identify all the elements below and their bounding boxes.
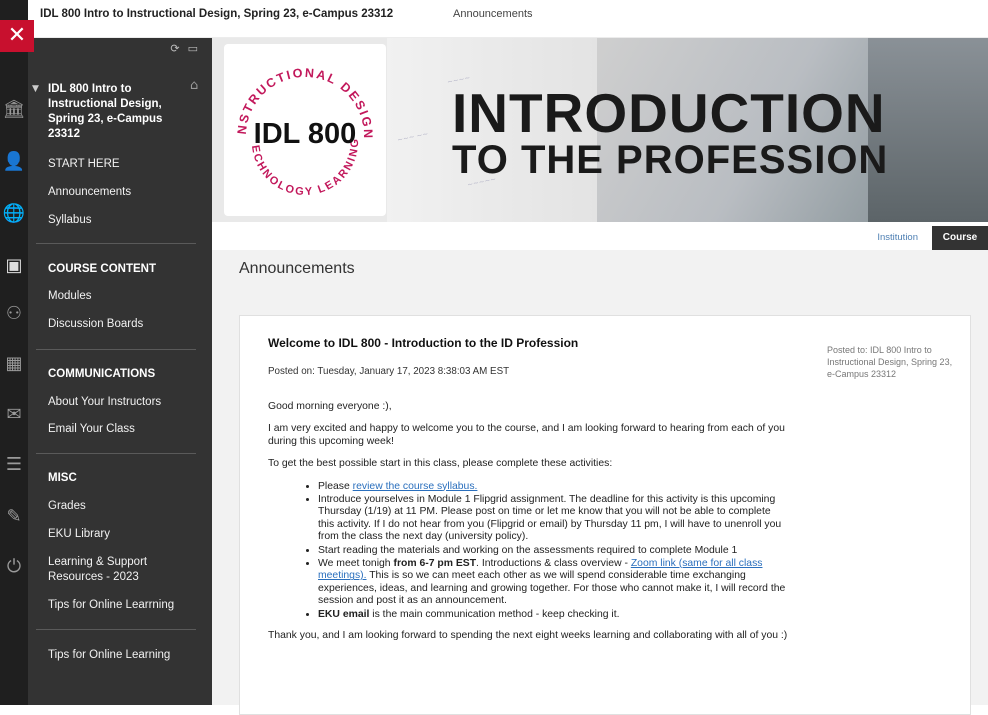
tab-institution[interactable]: Institution <box>877 232 918 243</box>
list-item: We meet tonigh from 6-7 pm EST. Introduc… <box>318 558 788 608</box>
sidebar-item-tips-online-1[interactable]: Tips for Online Learrning <box>48 599 174 611</box>
idl-logo: INSTRUCTIONAL DESIGN TECHNOLOGY LEARNING… <box>224 44 386 216</box>
breadcrumb-page[interactable]: Announcements <box>453 8 533 20</box>
banner-title: INTRODUCTION <box>452 82 886 144</box>
globe-icon[interactable]: 🌐 <box>2 202 26 226</box>
close-icon: ✕ <box>7 23 27 48</box>
sidebar-item-about-instructors[interactable]: About Your Instructors <box>48 396 161 408</box>
list-item: EKU email is the main communication meth… <box>318 609 788 621</box>
announcement-body: Good morning everyone :), I am very exci… <box>268 401 788 653</box>
sidebar-item-start-here[interactable]: START HERE <box>48 158 120 170</box>
closing-paragraph: Thank you, and I am looking forward to s… <box>268 630 788 642</box>
course-menu-title[interactable]: IDL 800 Intro to Instructional Design, S… <box>48 82 178 142</box>
announcement-date: Posted on: Tuesday, January 17, 2023 8:3… <box>268 366 510 377</box>
course-menu-tools: ⟳▭ <box>170 42 206 55</box>
top-breadcrumb-bar: IDL 800 Intro to Instructional Design, S… <box>28 0 988 38</box>
calendar-icon[interactable]: ▦ <box>2 352 26 376</box>
profile-icon[interactable]: 👤 <box>2 150 26 174</box>
list-item: Start reading the materials and working … <box>318 545 788 557</box>
sidebar-item-learning-support[interactable]: Learning & Support Resources - 2023 <box>48 555 188 585</box>
sign-out-icon[interactable]: ⏻ <box>2 555 26 579</box>
sidebar-item-discussion-boards[interactable]: Discussion Boards <box>48 318 143 330</box>
section-course-content: COURSE CONTENT <box>48 263 156 275</box>
greeting: Good morning everyone :), <box>268 401 392 412</box>
folder-icon[interactable]: ▭ <box>188 42 206 55</box>
sidebar-item-modules[interactable]: Modules <box>48 290 91 302</box>
announcement-card: Welcome to IDL 800 - Introduction to the… <box>239 315 971 715</box>
close-menu-button[interactable]: ✕ <box>0 20 34 52</box>
divider <box>36 453 196 454</box>
sidebar-item-eku-library[interactable]: EKU Library <box>48 528 110 540</box>
activity-list: Please review the course syllabus. Intro… <box>318 481 788 621</box>
sidebar-item-tips-online-2[interactable]: Tips for Online Learning <box>48 649 170 661</box>
sidebar-item-announcements[interactable]: Announcements <box>48 186 131 198</box>
main-content: Announcements Welcome to IDL 800 - Intro… <box>212 250 988 715</box>
syllabus-link[interactable]: review the course syllabus. <box>353 481 478 492</box>
paragraph: To get the best possible start in this c… <box>268 458 613 470</box>
page-title: Announcements <box>239 260 355 277</box>
institution-icon[interactable]: 🏛 <box>2 98 26 122</box>
messages-icon[interactable]: ✉ <box>2 403 26 427</box>
list-item: Please review the course syllabus. <box>318 481 788 493</box>
tab-course[interactable]: Course <box>932 226 988 250</box>
view-tabs: Institution Course <box>212 222 988 250</box>
list-item: Introduce yourselves in Module 1 Flipgri… <box>318 494 788 544</box>
collapse-caret-icon[interactable]: ▼ <box>32 84 39 94</box>
tools-icon[interactable]: ✎ <box>2 505 26 529</box>
divider <box>36 629 196 630</box>
global-nav-rail: 🏛 👤 🌐 ▣ ⚇ ▦ ✉ ☰ ✎ ⏻ <box>0 0 28 705</box>
divider <box>36 349 196 350</box>
groups-icon[interactable]: ⚇ <box>2 302 26 326</box>
home-icon[interactable]: ⌂ <box>190 78 198 93</box>
breadcrumb-course[interactable]: IDL 800 Intro to Instructional Design, S… <box>40 8 393 20</box>
refresh-icon[interactable]: ⟳ <box>170 42 187 55</box>
banner-subtitle: TO THE PROFESSION <box>452 138 889 182</box>
grades-icon[interactable]: ☰ <box>2 453 26 477</box>
course-menu: ⟳▭ ▼ IDL 800 Intro to Instructional Desi… <box>28 38 212 705</box>
sidebar-item-email-class[interactable]: Email Your Class <box>48 423 135 435</box>
divider <box>36 243 196 244</box>
section-communications: COMMUNICATIONS <box>48 368 156 380</box>
sidebar-item-syllabus[interactable]: Syllabus <box>48 214 91 226</box>
announcement-posted-to: Posted to: IDL 800 Intro to Instructiona… <box>827 345 953 379</box>
courses-icon[interactable]: ▣ <box>2 254 26 278</box>
section-misc: MISC <box>48 472 77 484</box>
paragraph: I am very excited and happy to welcome y… <box>268 423 785 447</box>
logo-course-code: IDL 800 <box>253 118 357 150</box>
course-banner: ~~~~ ~~~ ~~ ~~~~~ INSTRUCTIONAL DESIGN T… <box>212 38 988 222</box>
sidebar-item-grades[interactable]: Grades <box>48 500 86 512</box>
announcement-title: Welcome to IDL 800 - Introduction to the… <box>268 336 579 350</box>
